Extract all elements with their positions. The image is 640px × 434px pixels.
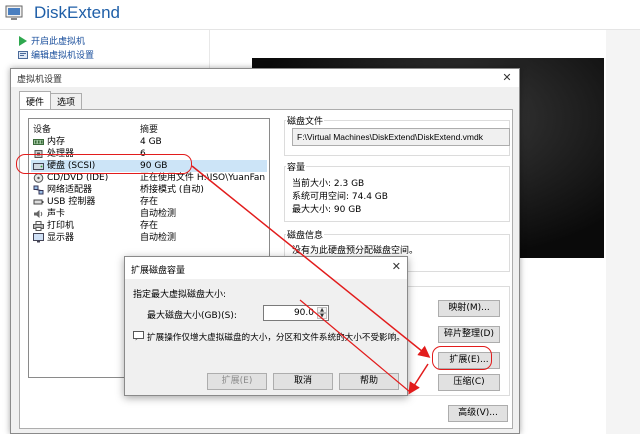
- device-summary: 存在: [140, 197, 159, 207]
- map-button[interactable]: 映射(M)...: [438, 300, 500, 317]
- vm-title: DiskExtend: [34, 3, 120, 22]
- advanced-button[interactable]: 高级(V)...: [448, 405, 508, 422]
- disk-info-label: 磁盘信息: [286, 228, 325, 241]
- expand-prompt: 指定最大虚拟磁盘大小:: [133, 290, 227, 300]
- expand-dialog-title: 扩展磁盘容量: [131, 266, 186, 276]
- device-name: 声卡: [47, 209, 66, 219]
- device-row-printer[interactable]: 打印机 存在: [31, 220, 267, 232]
- device-column-header: 设备: [33, 125, 52, 135]
- close-icon[interactable]: ✕: [499, 70, 515, 85]
- speaker-icon: [34, 210, 43, 218]
- help-button[interactable]: 帮助: [339, 373, 399, 390]
- harddisk-highlight: [16, 154, 192, 174]
- vm-header: DiskExtend: [0, 0, 640, 30]
- vm-right-panel: [606, 30, 640, 434]
- capacity-label: 容量: [286, 160, 307, 173]
- device-row-memory[interactable]: 内存 4 GB: [31, 136, 267, 148]
- defragment-button[interactable]: 碎片整理(D): [438, 326, 500, 343]
- cancel-button[interactable]: 取消: [273, 373, 333, 390]
- confirm-expand-button[interactable]: 扩展(E): [207, 373, 267, 390]
- close-icon[interactable]: ✕: [392, 260, 401, 273]
- disk-info-text: 没有为此硬盘预分配磁盘空间。: [292, 246, 419, 256]
- stepper-down-icon[interactable]: ▼: [317, 313, 327, 319]
- device-row-network[interactable]: 网络适配器 桥接模式 (自动): [31, 184, 267, 196]
- device-row-usb[interactable]: USB 控制器 存在: [31, 196, 267, 208]
- device-row-display[interactable]: 显示器 自动检测: [31, 232, 267, 244]
- system-free-text: 系统可用空间: 74.4 GB: [292, 192, 388, 202]
- expand-button-highlight: [432, 346, 492, 370]
- device-summary: 自动检测: [140, 233, 177, 243]
- device-row-sound[interactable]: 声卡 自动检测: [31, 208, 267, 220]
- max-size-text: 最大大小: 90 GB: [292, 205, 362, 215]
- memory-icon: [33, 139, 44, 145]
- power-on-label: 开启此虚拟机: [31, 37, 86, 47]
- device-name: 网络适配器: [47, 185, 93, 195]
- current-size-text: 当前大小: 2.3 GB: [292, 179, 365, 189]
- disk-file-label: 磁盘文件: [286, 114, 325, 127]
- device-name: 打印机: [47, 221, 75, 231]
- usb-icon: [33, 199, 44, 205]
- vm-settings-title: 虚拟机设置: [17, 75, 63, 85]
- edit-settings-label: 编辑虚拟机设置: [31, 51, 95, 61]
- monitor-icon: [33, 233, 44, 243]
- size-stepper[interactable]: 90.0 ▲ ▼: [263, 305, 329, 321]
- device-summary: 4 GB: [140, 137, 162, 147]
- device-summary: 存在: [140, 221, 159, 231]
- play-icon: [19, 35, 27, 46]
- printer-icon: [33, 221, 44, 231]
- size-value[interactable]: 90.0: [294, 308, 314, 318]
- power-on-link[interactable]: 开启此虚拟机: [18, 34, 85, 47]
- device-name: USB 控制器: [47, 197, 96, 207]
- info-icon: [133, 331, 144, 341]
- expand-note: 扩展操作仅增大虚拟磁盘的大小，分区和文件系统的大小不受影响。: [147, 333, 405, 343]
- device-name: 显示器: [47, 233, 75, 243]
- cdrom-icon: [33, 173, 44, 183]
- tab-options[interactable]: 选项: [50, 93, 83, 109]
- compact-button[interactable]: 压缩(C): [438, 374, 500, 391]
- summary-column-header: 摘要: [140, 125, 159, 135]
- vm-icon: [5, 5, 23, 20]
- size-label: 最大磁盘大小(GB)(S):: [147, 311, 237, 321]
- tab-hardware[interactable]: 硬件: [19, 91, 52, 109]
- vm-settings-titlebar: 虚拟机设置 ✕: [11, 69, 519, 87]
- expand-disk-dialog: 扩展磁盘容量 ✕ 指定最大虚拟磁盘大小: 最大磁盘大小(GB)(S): 90.0…: [124, 256, 408, 396]
- settings-tabs: 硬件 选项: [19, 91, 83, 109]
- device-summary: 自动检测: [140, 209, 177, 219]
- network-icon: [33, 185, 44, 195]
- device-name: 内存: [47, 137, 66, 147]
- settings-icon: [18, 50, 28, 59]
- disk-file-path[interactable]: F:\Virtual Machines\DiskExtend\DiskExten…: [292, 128, 510, 146]
- edit-settings-link[interactable]: 编辑虚拟机设置: [18, 48, 94, 61]
- device-summary: 桥接模式 (自动): [140, 185, 204, 195]
- expand-dialog-titlebar: 扩展磁盘容量 ✕: [125, 257, 407, 279]
